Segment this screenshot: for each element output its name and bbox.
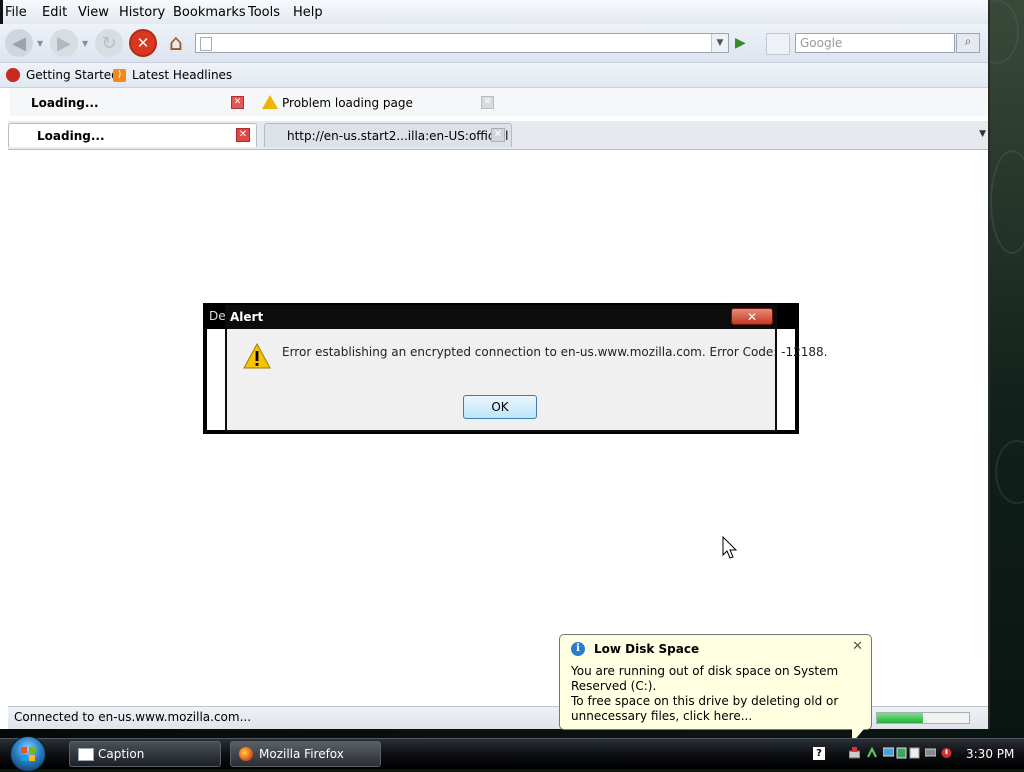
start-button[interactable] xyxy=(10,736,46,772)
menu-bar: File Edit View History Bookmarks Tools H… xyxy=(0,0,988,24)
go-button[interactable]: ▶ xyxy=(735,35,746,51)
tab-close-button[interactable]: ✕ xyxy=(236,128,250,142)
back-arrow-icon: ◀ xyxy=(12,32,26,54)
drive-warning-icon[interactable] xyxy=(849,747,860,759)
wallpaper-swirl xyxy=(990,150,1024,254)
menu-history[interactable]: History xyxy=(119,5,165,20)
window-icon xyxy=(78,748,94,761)
bookmark-getting-started[interactable]: Getting Started xyxy=(6,68,119,82)
firefox-icon xyxy=(239,747,253,761)
progress-fill xyxy=(877,713,923,723)
back-history-dropdown[interactable]: ▼ xyxy=(37,39,43,48)
shield-icon[interactable] xyxy=(896,747,907,759)
tab-bar: Loading... ✕ http://en-us.start2...illa:… xyxy=(8,121,988,150)
progress-bar xyxy=(876,712,970,724)
magnifier-icon: ⌕ xyxy=(964,34,972,48)
close-icon: ✕ xyxy=(231,96,244,109)
reload-icon: ↻ xyxy=(101,32,117,54)
home-icon: ⌂ xyxy=(169,30,183,56)
close-icon: ✕ xyxy=(481,96,494,109)
alert-title: Alert xyxy=(230,310,264,324)
tab-loading[interactable]: Loading... ✕ xyxy=(8,123,257,147)
alert-dialog: Alert ✕ Error establishing an encrypted … xyxy=(225,305,827,432)
status-text: Connected to en-us.www.mozilla.com... xyxy=(14,710,252,724)
rss-feed-icon: ) xyxy=(113,68,126,82)
taskbar: Caption Mozilla Firefox ? 3:30 PM xyxy=(0,736,1024,772)
search-input[interactable]: Google xyxy=(795,33,955,53)
security-alert-icon[interactable] xyxy=(941,747,952,759)
tab-list-dropdown[interactable]: ▼ xyxy=(979,129,986,139)
navigation-toolbar: ◀ ▼ ▶ ▼ ↻ ✕ ⌂ ▼ ▶ Google ⌕ xyxy=(0,24,988,63)
help-icon[interactable]: ? xyxy=(813,747,825,760)
alert-body: Error establishing an encrypted connecti… xyxy=(227,329,827,430)
menu-edit[interactable]: Edit xyxy=(42,5,67,20)
monitor-icon[interactable] xyxy=(925,747,936,759)
menu-tools[interactable]: Tools xyxy=(248,5,280,20)
ghost-tab-row: Loading... ✕ Problem loading page ✕ xyxy=(10,88,988,116)
menu-bookmarks[interactable]: Bookmarks xyxy=(173,5,246,20)
windows-logo-icon xyxy=(21,747,35,761)
display-icon[interactable] xyxy=(883,747,894,759)
wallpaper-swirl xyxy=(995,440,1024,504)
ghost-tab-label: Loading... xyxy=(31,96,99,110)
bookmark-label: Latest Headlines xyxy=(132,68,233,82)
tab-start-page[interactable]: http://en-us.start2...illa:en-US:officia… xyxy=(264,123,512,147)
notification-body[interactable]: You are running out of disk space on Sys… xyxy=(571,664,867,724)
forward-arrow-icon: ▶ xyxy=(57,32,71,54)
taskbar-firefox-button[interactable]: Mozilla Firefox xyxy=(230,741,381,767)
window-edge xyxy=(0,0,3,24)
menu-file[interactable]: File xyxy=(5,5,27,20)
notification-line: To free space on this drive by deleting … xyxy=(571,694,839,723)
mouse-cursor-icon xyxy=(722,536,738,559)
back-button[interactable]: ◀ xyxy=(5,29,33,57)
warning-icon xyxy=(243,343,271,369)
alert-close-button[interactable]: ✕ xyxy=(731,308,773,325)
notification-title: Low Disk Space xyxy=(594,642,700,656)
search-button[interactable]: ⌕ xyxy=(956,33,980,53)
tab-label: Loading... xyxy=(37,129,105,143)
alert-shadow-title: De xyxy=(209,309,226,323)
menu-view[interactable]: View xyxy=(78,5,109,20)
menu-help[interactable]: Help xyxy=(293,5,323,20)
bookmarks-toolbar: Getting Started ) Latest Headlines xyxy=(0,63,988,88)
bookmark-latest-headlines[interactable]: ) Latest Headlines xyxy=(113,68,232,82)
home-button[interactable]: ⌂ xyxy=(162,29,190,57)
close-icon: ✕ xyxy=(493,129,503,140)
stop-button[interactable]: ✕ xyxy=(129,29,157,57)
taskbar-button-label: Mozilla Firefox xyxy=(259,747,344,761)
taskbar-caption-button[interactable]: Caption xyxy=(69,741,221,767)
bookmark-label: Getting Started xyxy=(26,68,119,82)
search-engine-selector[interactable] xyxy=(766,33,790,55)
url-bar[interactable]: ▼ xyxy=(195,33,729,53)
document-icon[interactable] xyxy=(909,747,920,759)
notification-close-button[interactable]: ✕ xyxy=(852,639,863,654)
reload-button[interactable]: ↻ xyxy=(95,29,123,57)
low-disk-space-notification[interactable]: i Low Disk Space ✕ You are running out o… xyxy=(559,634,872,730)
firefox-red-icon xyxy=(6,68,20,82)
system-clock[interactable]: 3:30 PM xyxy=(966,747,1014,761)
taskbar-button-label: Caption xyxy=(98,747,145,761)
stop-icon: ✕ xyxy=(136,34,150,52)
tab-label: http://en-us.start2...illa:en-US:officia… xyxy=(287,129,509,143)
page-favicon-icon xyxy=(200,37,212,51)
alert-message: Error establishing an encrypted connecti… xyxy=(282,345,828,359)
go-arrow-icon: ▶ xyxy=(735,35,746,51)
forward-history-dropdown[interactable]: ▼ xyxy=(82,39,88,48)
forward-button[interactable]: ▶ xyxy=(50,29,78,57)
network-icon[interactable] xyxy=(867,747,878,759)
ghost-tab-label: Problem loading page xyxy=(282,96,413,110)
info-icon: i xyxy=(571,642,585,656)
tab-close-button[interactable]: ✕ xyxy=(491,128,505,142)
close-icon: ✕ xyxy=(746,310,758,324)
close-icon: ✕ xyxy=(238,129,248,140)
url-history-dropdown[interactable]: ▼ xyxy=(711,34,728,52)
warning-icon xyxy=(262,95,278,109)
ok-button[interactable]: OK xyxy=(463,395,537,419)
notification-line: You are running out of disk space on Sys… xyxy=(571,664,839,693)
